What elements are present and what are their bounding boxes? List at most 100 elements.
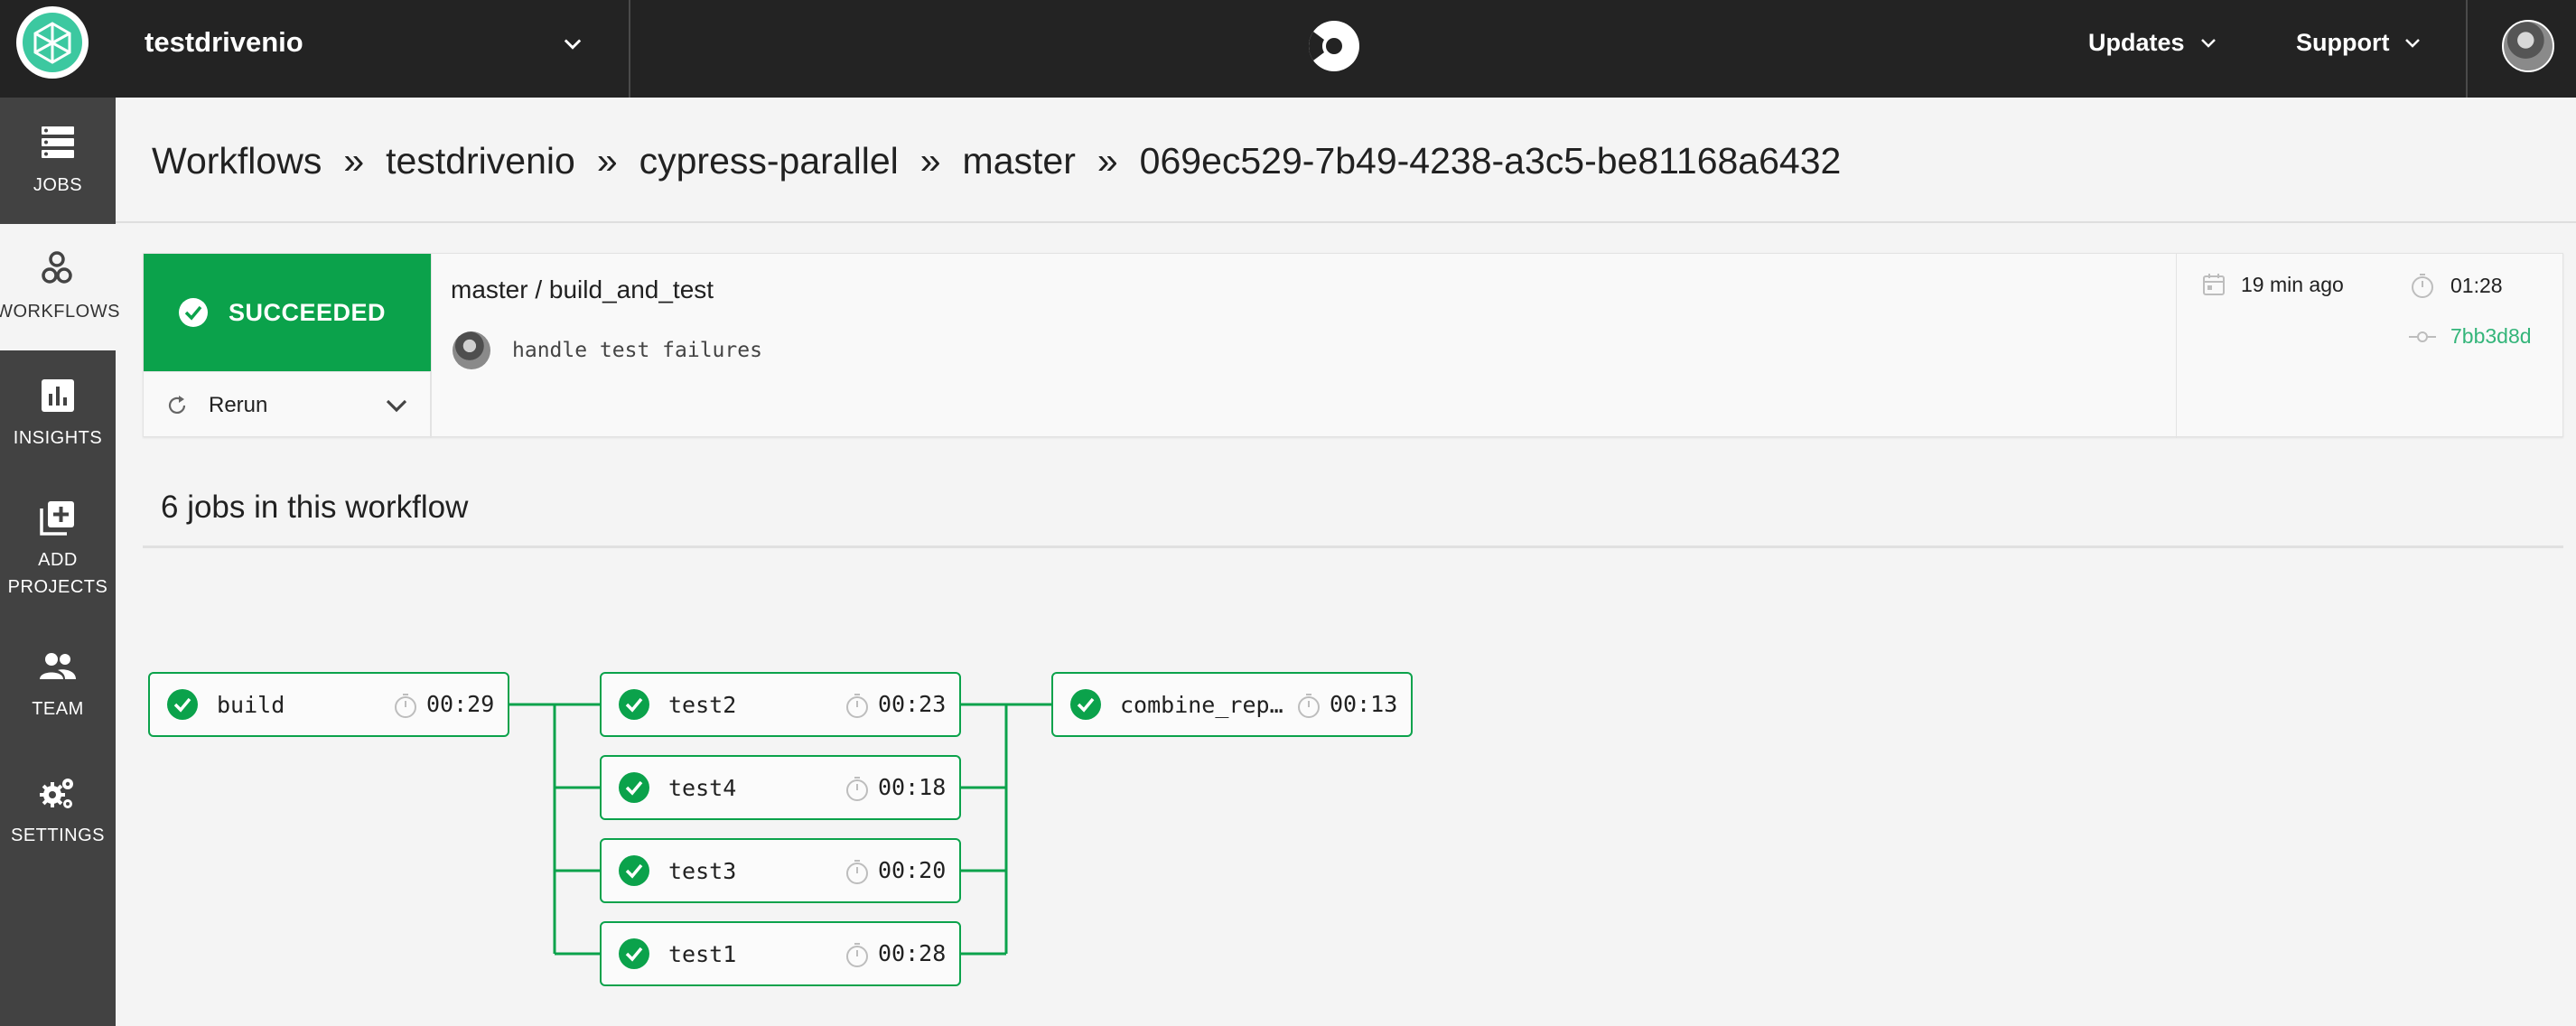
sidebar-item-add-projects[interactable]: ADD PROJECTS xyxy=(0,477,116,621)
job-name: build xyxy=(217,691,285,718)
job-combine-reports[interactable]: combine_repo… 00:13 xyxy=(1051,672,1413,737)
job-duration: 00:20 xyxy=(878,857,947,883)
sidebar-item-label: TEAM xyxy=(32,699,84,719)
timer-icon xyxy=(846,694,868,718)
check-circle-icon xyxy=(619,772,649,803)
org-logo[interactable] xyxy=(16,6,89,79)
check-circle-icon xyxy=(1070,689,1101,720)
jobs-icon xyxy=(42,126,74,158)
refresh-icon xyxy=(168,395,186,414)
commit-sha-link[interactable]: 7bb3d8d xyxy=(2409,324,2532,349)
sidebar-item-label: ADD PROJECTS xyxy=(8,546,108,601)
divider xyxy=(629,0,630,98)
sidebar-item-label-line2: PROJECTS xyxy=(7,577,108,597)
timer-icon xyxy=(846,943,868,967)
job-name: test3 xyxy=(668,857,737,884)
breadcrumb-workflows[interactable]: Workflows xyxy=(152,137,322,184)
timer-icon xyxy=(1298,694,1320,718)
chevron-down-icon xyxy=(2405,39,2421,48)
divider xyxy=(431,254,432,438)
breadcrumb-org[interactable]: testdrivenio xyxy=(386,137,575,184)
chevron-down-icon xyxy=(2200,39,2216,48)
sidebar-item-settings[interactable]: SETTINGS xyxy=(0,748,116,874)
sidebar-item-workflows[interactable]: WORKFLOWS xyxy=(0,224,119,350)
workflow-title[interactable]: master / build_and_test xyxy=(451,274,714,306)
commit-sha: 7bb3d8d xyxy=(2450,324,2532,348)
timer-icon xyxy=(846,860,868,884)
job-name: combine_repo… xyxy=(1120,691,1292,718)
check-circle-icon xyxy=(619,938,649,969)
timer-icon xyxy=(395,694,416,718)
sidebar-item-insights[interactable]: INSIGHTS xyxy=(0,350,116,477)
job-duration: 00:23 xyxy=(878,691,947,717)
job-test4[interactable]: test4 00:18 xyxy=(600,755,961,820)
nav-updates[interactable]: Updates xyxy=(2088,27,2219,58)
nav-support[interactable]: Support xyxy=(2296,27,2423,58)
job-test1[interactable]: test1 00:28 xyxy=(600,921,961,986)
org-logo-icon xyxy=(23,13,82,72)
job-duration: 00:18 xyxy=(878,774,947,800)
workflow-summary-card: SUCCEEDED Rerun master / build_and_test … xyxy=(143,253,2563,438)
sidebar: JOBS WORKFLOWS INSIGHTS ADD PROJECTS TEA… xyxy=(0,98,119,1026)
check-circle-icon xyxy=(167,689,198,720)
duration-value: 01:28 xyxy=(2450,273,2503,297)
divider xyxy=(116,221,2576,223)
divider xyxy=(2466,0,2468,98)
breadcrumb-separator: » xyxy=(1097,140,1118,182)
job-test2[interactable]: test2 00:23 xyxy=(600,672,961,737)
chevron-down-icon[interactable] xyxy=(383,392,410,419)
timer-icon xyxy=(846,777,868,801)
breadcrumb-separator: » xyxy=(343,140,365,182)
check-circle-icon xyxy=(619,855,649,886)
sidebar-item-label: JOBS xyxy=(33,175,83,195)
commit-message: handle test failures xyxy=(512,339,762,362)
job-test3[interactable]: test3 00:20 xyxy=(600,838,961,903)
divider xyxy=(2176,254,2177,438)
breadcrumb: Workflows » testdrivenio » cypress-paral… xyxy=(152,137,1841,184)
job-duration: 00:28 xyxy=(878,940,947,966)
avatar xyxy=(453,331,490,369)
time-ago: 19 min ago xyxy=(2241,272,2344,296)
sidebar-item-label: INSIGHTS xyxy=(13,428,103,448)
chevron-down-icon[interactable] xyxy=(560,31,585,56)
check-circle-icon xyxy=(179,298,208,327)
divider xyxy=(143,546,2563,548)
breadcrumb-separator: » xyxy=(919,140,941,182)
sidebar-item-label-line1: ADD xyxy=(38,550,78,570)
jobs-heading: 6 jobs in this workflow xyxy=(161,490,469,525)
job-name: test4 xyxy=(668,774,737,801)
user-avatar[interactable] xyxy=(2502,20,2554,72)
nav-support-label: Support xyxy=(2296,29,2390,56)
job-name: test1 xyxy=(668,940,737,967)
rerun-button[interactable]: Rerun xyxy=(144,371,431,438)
check-circle-icon xyxy=(619,689,649,720)
nav-updates-label: Updates xyxy=(2088,29,2185,56)
rerun-label: Rerun xyxy=(209,392,268,417)
job-name: test2 xyxy=(668,691,737,718)
breadcrumb-project[interactable]: cypress-parallel xyxy=(639,137,899,184)
circleci-logo-icon[interactable] xyxy=(1306,18,1362,74)
sidebar-item-label: WORKFLOWS xyxy=(0,302,120,322)
job-duration: 00:13 xyxy=(1330,691,1398,717)
workflow-duration: 01:28 xyxy=(2409,272,2503,299)
org-name[interactable]: testdrivenio xyxy=(145,25,303,60)
breadcrumb-branch[interactable]: master xyxy=(963,137,1076,184)
top-bar: testdrivenio Updates Support xyxy=(0,0,2576,98)
job-build[interactable]: build 00:29 xyxy=(148,672,509,737)
team-icon xyxy=(40,653,76,679)
insights-icon xyxy=(42,379,74,412)
breadcrumb-workflow-id: 069ec529-7b49-4238-a3c5-be81168a6432 xyxy=(1139,140,1842,182)
calendar-icon xyxy=(2203,274,2225,295)
timer-icon xyxy=(2412,274,2433,298)
sidebar-item-label: SETTINGS xyxy=(10,825,105,845)
status-badge: SUCCEEDED xyxy=(144,254,431,371)
add-projects-icon xyxy=(40,501,74,536)
sidebar-item-jobs[interactable]: JOBS xyxy=(0,98,116,224)
workflow-start-time: 19 min ago xyxy=(2201,272,2344,297)
breadcrumb-separator: » xyxy=(596,140,618,182)
status-label: SUCCEEDED xyxy=(229,298,387,326)
settings-icon xyxy=(40,779,73,808)
sidebar-item-team[interactable]: TEAM xyxy=(0,621,116,748)
commit-icon xyxy=(2409,331,2436,342)
job-duration: 00:29 xyxy=(426,691,495,717)
